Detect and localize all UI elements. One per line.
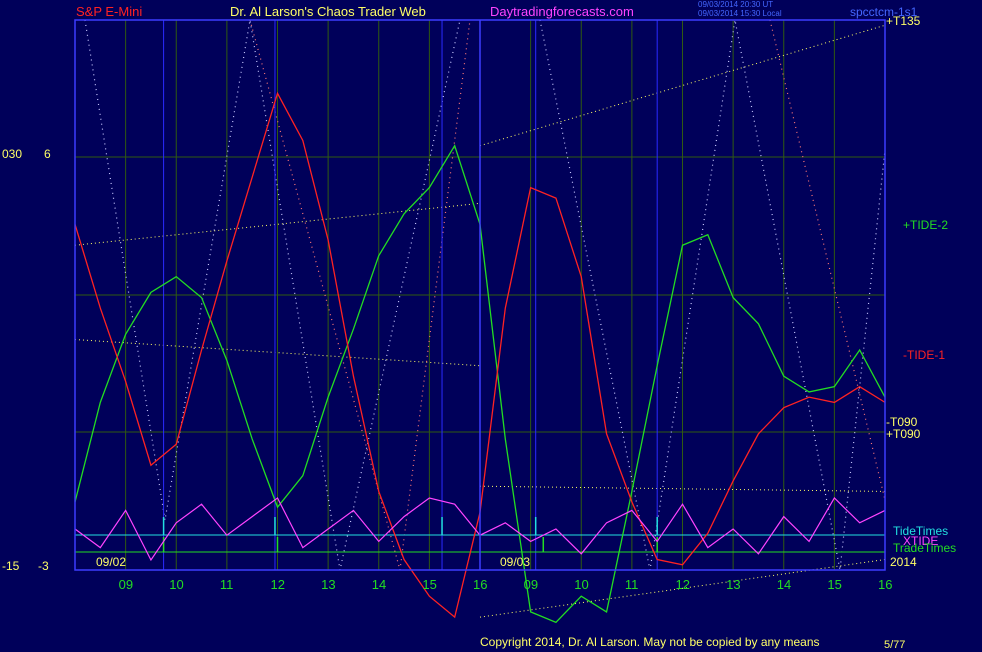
- x-tick-label: 09: [523, 577, 539, 592]
- date-day1: 09/02: [96, 555, 127, 569]
- x-tick-label: 11: [219, 577, 234, 592]
- x-tick-label: 11: [624, 577, 639, 592]
- copyright-text: Copyright 2014, Dr. Al Larson. May not b…: [480, 635, 820, 649]
- instrument-label: S&P E-Mini: [76, 4, 143, 19]
- x-tick-label: 15: [827, 577, 842, 592]
- timestamp-local: 09/03/2014 15:30 Local: [698, 9, 782, 18]
- x-tick-label: 09: [118, 577, 134, 592]
- label-tide1: -TIDE-1: [903, 348, 945, 362]
- x-tick-label: 12: [675, 577, 690, 592]
- x-tick-label: 12: [270, 577, 285, 592]
- x-tick-label: 10: [574, 577, 589, 592]
- left-axis-top-a: 030: [2, 147, 23, 161]
- x-tick-label: 10: [169, 577, 184, 592]
- label-tradetimes: TradeTimes: [893, 541, 957, 555]
- label-t090-pos: +T090: [886, 427, 921, 441]
- dotted-envelope: [769, 19, 886, 501]
- date-year: 2014: [890, 555, 917, 569]
- left-axis-bottom-b: -3: [38, 559, 49, 573]
- label-tide2: +TIDE-2: [903, 218, 949, 232]
- x-tick-label: 16: [473, 577, 488, 592]
- x-tick-label: 15: [422, 577, 437, 592]
- chart: [74, 19, 886, 624]
- site-label[interactable]: Daytradingforecasts.com: [490, 5, 634, 19]
- date-day2: 09/03: [500, 555, 531, 569]
- x-tick-label: 16: [878, 577, 893, 592]
- x-tick-label: 13: [321, 577, 336, 592]
- x-tick-label: 13: [726, 577, 741, 592]
- timestamp-ut: 09/03/2014 20:30 UT: [698, 0, 774, 9]
- left-axis-top-b: 6: [44, 147, 51, 161]
- chart-title: Dr. Al Larson's Chaos Trader Web: [230, 4, 426, 19]
- x-tick-label: 14: [776, 577, 792, 592]
- x-tick-label: 14: [371, 577, 387, 592]
- label-t135: +T135: [886, 14, 921, 28]
- left-axis-bottom-a: -15: [2, 559, 20, 573]
